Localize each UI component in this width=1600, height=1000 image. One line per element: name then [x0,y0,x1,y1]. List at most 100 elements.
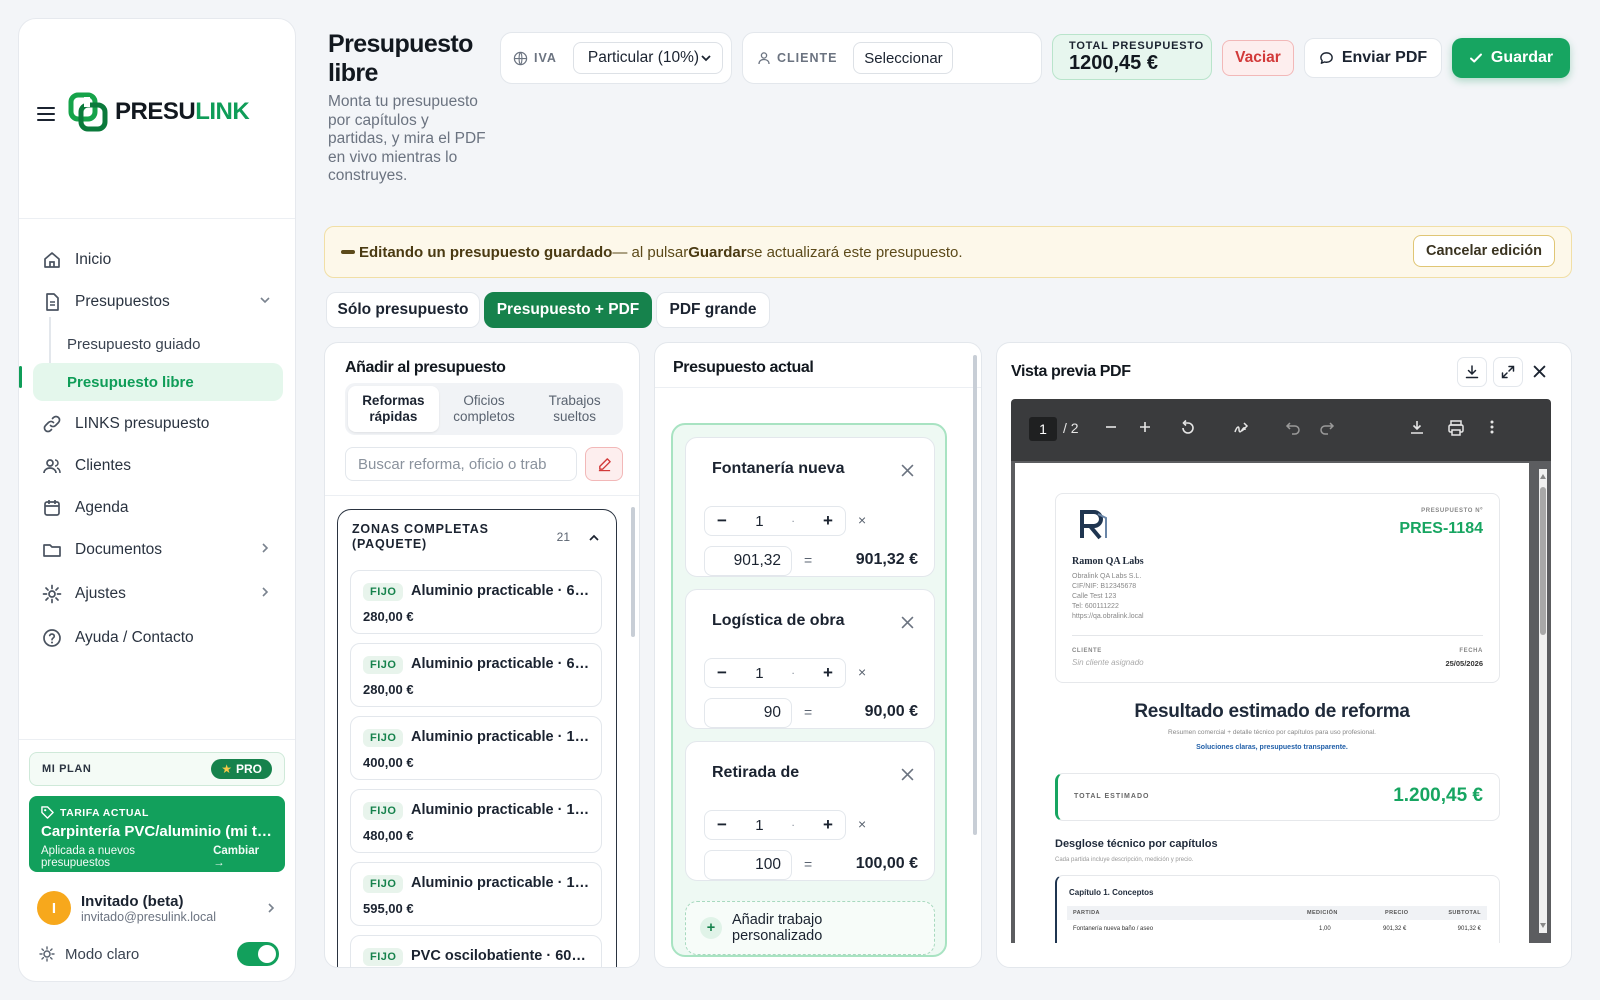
download-icon[interactable] [1457,357,1487,387]
tab-presupuesto-pdf[interactable]: Presupuesto + PDF [484,292,652,328]
plus-button[interactable]: + [823,663,833,683]
user-menu[interactable]: I Invitado (beta) invitado@presulink.loca… [37,888,277,928]
pdf-panel: Vista previa PDF 1 / 2 Ramon QA Labs Obr… [996,342,1572,968]
plus-button[interactable]: + [823,815,833,835]
close-icon[interactable] [1533,365,1546,378]
theme-row: Modo claro [39,940,279,968]
undo-icon[interactable] [1285,419,1301,435]
item-tag: FIJO [363,802,404,820]
save-button[interactable]: Guardar [1452,38,1570,78]
cancel-edit-button[interactable]: Cancelar edición [1413,235,1555,267]
plus-button[interactable]: + [823,511,833,531]
page-number-input[interactable]: 1 [1029,417,1057,441]
sidebar-item-presupuesto-guiado[interactable]: Presupuesto guiado [33,325,283,363]
tariff-change-link[interactable]: Cambiar → [213,845,273,869]
chapter-name[interactable]: Fontanería nueva [712,460,844,478]
send-pdf-button[interactable]: Enviar PDF [1304,38,1442,78]
chevron-down-icon [700,52,712,64]
item-tag: FIJO [363,729,404,747]
annotate-icon[interactable] [1233,419,1251,437]
equals-icon: = [804,552,813,568]
sidebar-item-documentos[interactable]: Documentos [33,531,283,569]
catalog-item[interactable]: FIJO Aluminio practicable · 100×100 400,00… [350,716,602,780]
tab-trabajos-sueltos[interactable]: Trabajos sueltos [529,386,620,432]
catalog-item[interactable]: FIJO Aluminio practicable · 150×120 595,00… [350,862,602,926]
sidebar-item-label: LINKS presupuesto [75,415,210,432]
print-icon[interactable] [1447,419,1465,437]
sidebar-item-inicio[interactable]: Inicio [33,241,283,279]
sidebar-item-ayuda[interactable]: Ayuda / Contacto [33,619,283,657]
item-name: Aluminio practicable · 100×100 [411,729,591,745]
add-custom-work-button[interactable]: + Añadir trabajo personalizado [685,901,935,955]
tab-reformas-rapidas[interactable]: Reformas rápidas [348,386,439,432]
edit-icon[interactable] [585,447,623,481]
zoom-out-icon[interactable] [1103,419,1119,435]
search-input[interactable]: Buscar reforma, oficio o trab [345,447,577,481]
theme-toggle[interactable] [237,942,279,966]
pdf-download-icon[interactable] [1409,419,1425,435]
expand-icon[interactable] [1493,357,1523,387]
item-name: PVC oscilobatiente · 60×60 [411,948,591,964]
minus-button[interactable]: − [717,815,727,835]
tab-solo-presupuesto[interactable]: Sólo presupuesto [326,292,480,328]
quantity-stepper: − 1 · + [704,506,846,536]
quantity-value[interactable]: 1 [755,513,763,530]
chapter-name[interactable]: Logística de obra [712,612,844,630]
sidebar-item-ajustes[interactable]: Ajustes [33,575,283,613]
tab-oficios-completos[interactable]: Oficios completos [439,386,530,432]
catalog-item[interactable]: FIJO Aluminio practicable · 120×120 480,00… [350,789,602,853]
close-icon[interactable] [901,616,914,629]
plus-icon: + [700,917,722,939]
sidebar-item-label: Presupuesto guiado [67,335,201,353]
redo-icon[interactable] [1319,419,1335,435]
scrollbar[interactable] [631,507,635,637]
sidebar-item-agenda[interactable]: Agenda [33,489,283,527]
price-input[interactable]: 100 [704,850,792,880]
minus-button[interactable]: − [717,511,727,531]
sidebar-item-clientes[interactable]: Clientes [33,447,283,485]
doc-total-value: 1.200,45 € [1393,785,1483,806]
client-label: CLIENTE [777,51,838,65]
more-icon[interactable] [1489,419,1495,435]
quantity-value[interactable]: 1 [755,817,763,834]
menu-icon[interactable] [37,107,55,121]
plan-box[interactable]: MI PLAN ★ PRO [29,752,285,786]
zoom-in-icon[interactable] [1137,419,1153,435]
scrollbar[interactable] [973,355,977,835]
chapter-subtotal: 100,00 € [855,855,918,872]
sidebar-item-links[interactable]: LINKS presupuesto [33,405,283,443]
catalog-item[interactable]: FIJO Aluminio practicable · 60×60 280,00 € [350,570,602,634]
rotate-icon[interactable] [1179,419,1197,437]
pdf-scrollbar[interactable] [1539,469,1547,933]
close-icon[interactable] [901,768,914,781]
price-input[interactable]: 901,32 [704,546,792,576]
sidebar-item-presupuesto-libre[interactable]: Presupuesto libre [33,363,283,401]
quantity-value[interactable]: 1 [755,665,763,682]
dash-icon [341,250,355,254]
calendar-icon [41,497,63,519]
total-value: 1200,45 € [1069,52,1158,74]
user-email: invitado@presulink.local [81,909,216,924]
logo[interactable]: PRESULINK [67,91,250,133]
chapter-list: Fontanería nueva − 1 · + × 901,32 = 901,32 … [671,423,947,957]
iva-select[interactable]: Particular (10%) [572,42,723,74]
catalog-item[interactable]: FIJO Aluminio practicable · 60×90 280,00 € [350,643,602,707]
tab-pdf-grande[interactable]: PDF grande [656,292,770,328]
sidebar-item-presupuestos[interactable]: Presupuestos [33,283,283,321]
close-icon[interactable] [901,464,914,477]
doc-cell: 901,32 € [1383,926,1407,932]
iva-control: IVA Particular (10%) [500,32,732,84]
clear-button[interactable]: Vaciar [1222,40,1294,76]
gear-icon [41,583,63,605]
price-input[interactable]: 90 [704,698,792,728]
star-icon: ★ [221,762,232,776]
catalog-item[interactable]: FIJO PVC oscilobatiente · 60×60 [350,935,602,967]
zone-title: ZONAS COMPLETAS (PAQUETE) [352,522,489,551]
separator-dot: · [792,820,795,830]
chevron-right-icon [265,902,277,914]
quantity-stepper: − 1 · + [704,658,846,688]
chapter-name[interactable]: Retirada de [712,764,799,782]
chevron-up-icon[interactable] [588,532,600,544]
minus-button[interactable]: − [717,663,727,683]
client-select[interactable]: Seleccionar [853,42,954,74]
